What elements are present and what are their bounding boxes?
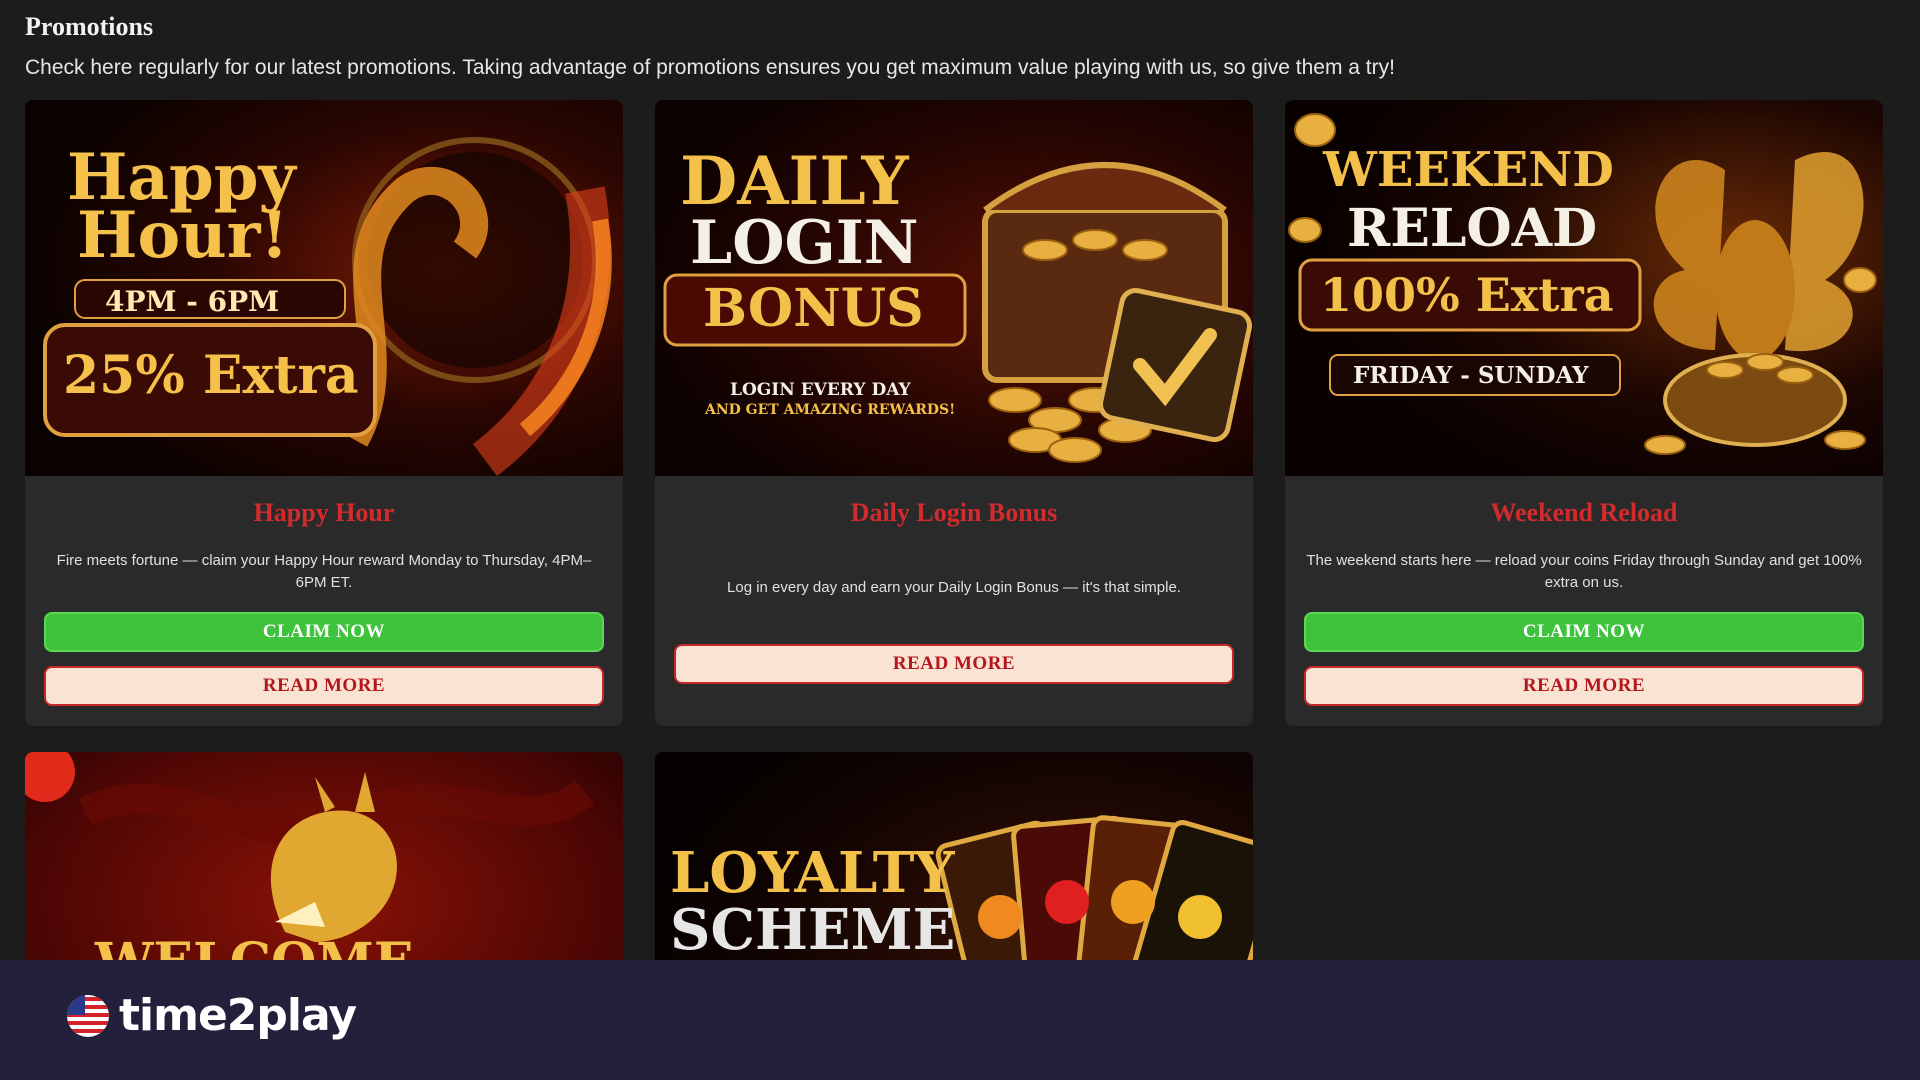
read-more-button[interactable]: READ MORE: [674, 644, 1234, 684]
promo-card-happy-hour: Happy Hour! 4PM - 6PM 25% Extra Happy Ho…: [25, 100, 623, 726]
welcome-offer-banner-line1: WELCOME OFFER: [95, 932, 623, 960]
page-title: Promotions: [25, 12, 154, 41]
card-title: Daily Login Bonus: [850, 498, 1058, 527]
claim-now-button[interactable]: CLAIM NOW: [44, 612, 604, 652]
welcome-offer-banner-art: [25, 752, 623, 960]
weekend-reload-banner-extra: 100% Extra: [1320, 268, 1614, 322]
daily-login-banner-line2: LOGIN: [690, 208, 919, 278]
weekend-reload-banner-line1: WEEKEND: [1323, 142, 1614, 198]
daily-login-body: Daily Login Bonus Log in every day and e…: [655, 476, 1253, 726]
daily-login-banner-sub2: AND GET AMAZING REWARDS!: [705, 402, 956, 418]
happy-hour-body: Happy Hour Fire meets fortune — claim yo…: [25, 476, 623, 726]
daily-login-banner-line3: BONUS: [703, 278, 924, 339]
promo-card-weekend-reload: WEEKEND RELOAD 100% Extra FRIDAY - SUNDA…: [1285, 100, 1883, 726]
weekend-reload-body: Weekend Reload The weekend starts here —…: [1285, 476, 1883, 726]
logo-text: time2play: [119, 990, 357, 1041]
promo-card-daily-login: DAILY LOGIN BONUS LOGIN EVERY DAY AND GE…: [655, 100, 1253, 726]
footer-bar: time2play: [0, 960, 1920, 1080]
happy-hour-banner[interactable]: Happy Hour! 4PM - 6PM 25% Extra: [25, 100, 623, 476]
card-description: Fire meets fortune — claim your Happy Ho…: [56, 552, 592, 591]
claim-now-button[interactable]: CLAIM NOW: [1304, 612, 1864, 652]
promo-card-loyalty-scheme: LOYALTY SCHEME: [655, 752, 1253, 960]
promo-card-welcome-offer: WELCOME OFFER: [25, 752, 623, 960]
weekend-reload-banner[interactable]: WEEKEND RELOAD 100% Extra FRIDAY - SUNDA…: [1285, 100, 1883, 476]
page-intro: Check here regularly for our latest prom…: [25, 56, 1395, 79]
weekend-reload-banner-line2: RELOAD: [1347, 198, 1598, 259]
card-description: The weekend starts here — reload your co…: [1306, 552, 1862, 591]
promotions-grid: Happy Hour! 4PM - 6PM 25% Extra Happy Ho…: [25, 100, 1883, 960]
read-more-button[interactable]: READ MORE: [44, 666, 604, 706]
weekend-reload-banner-days: FRIDAY - SUNDAY: [1353, 362, 1589, 389]
card-title: Weekend Reload: [1490, 498, 1678, 527]
daily-login-banner[interactable]: DAILY LOGIN BONUS LOGIN EVERY DAY AND GE…: [655, 100, 1253, 476]
us-flag-icon: [67, 994, 109, 1037]
promotions-page: Promotions Check here regularly for our …: [0, 0, 1920, 960]
time2play-logo[interactable]: time2play: [65, 990, 357, 1041]
loyalty-scheme-banner[interactable]: LOYALTY SCHEME: [655, 752, 1253, 960]
read-more-button[interactable]: READ MORE: [1304, 666, 1864, 706]
loyalty-scheme-banner-line2: SCHEME: [670, 897, 956, 960]
welcome-offer-banner[interactable]: WELCOME OFFER: [25, 752, 623, 960]
daily-login-banner-sub1: LOGIN EVERY DAY: [730, 380, 911, 400]
card-description: Log in every day and earn your Daily Log…: [727, 579, 1181, 596]
happy-hour-banner-time: 4PM - 6PM: [105, 285, 280, 318]
happy-hour-banner-line2: Hour!: [77, 198, 289, 273]
happy-hour-banner-extra: 25% Extra: [63, 345, 359, 406]
card-title: Happy Hour: [253, 498, 395, 527]
